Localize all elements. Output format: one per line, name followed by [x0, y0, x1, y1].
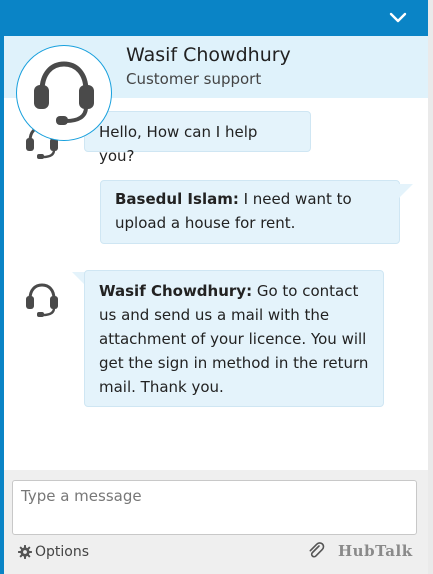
message-sender: Wasif Chowdhury:: [99, 282, 253, 300]
options-button[interactable]: Options: [18, 542, 89, 562]
gear-icon: [18, 545, 32, 559]
collapse-button[interactable]: [388, 9, 408, 27]
bubble-tail: [399, 184, 413, 198]
agent-role: Customer support: [126, 70, 262, 88]
headset-icon: [26, 283, 58, 317]
agent-message-bubble: Wasif Chowdhury: Go to contact us and se…: [84, 270, 384, 407]
chat-header: Wasif Chowdhury Customer support: [4, 36, 428, 141]
agent-name: Wasif Chowdhury: [126, 44, 291, 66]
user-message-bubble: Basedul Islam: I need want to upload a h…: [100, 180, 400, 244]
message-list: Hello, How can I help you? Basedul Islam…: [4, 98, 428, 470]
composer: Options HubTalk: [4, 470, 428, 574]
chat-topbar: [4, 0, 428, 36]
attach-button[interactable]: [306, 540, 326, 560]
agent-message-avatar: [24, 281, 60, 317]
brand-logo: HubTalk: [338, 542, 413, 560]
chevron-down-icon: [389, 12, 407, 23]
paperclip-icon: [309, 542, 325, 558]
agent-avatar: [16, 45, 112, 141]
headset-icon: [34, 61, 94, 125]
message-input[interactable]: [12, 480, 417, 535]
message-sender: Basedul Islam:: [115, 190, 239, 208]
options-label: Options: [35, 544, 90, 560]
message-text: Hello, How can I help you?: [99, 123, 258, 165]
chat-widget: Wasif Chowdhury Customer support Hello, …: [0, 0, 433, 574]
agent-message-bubble: Hello, How can I help you?: [84, 111, 311, 165]
